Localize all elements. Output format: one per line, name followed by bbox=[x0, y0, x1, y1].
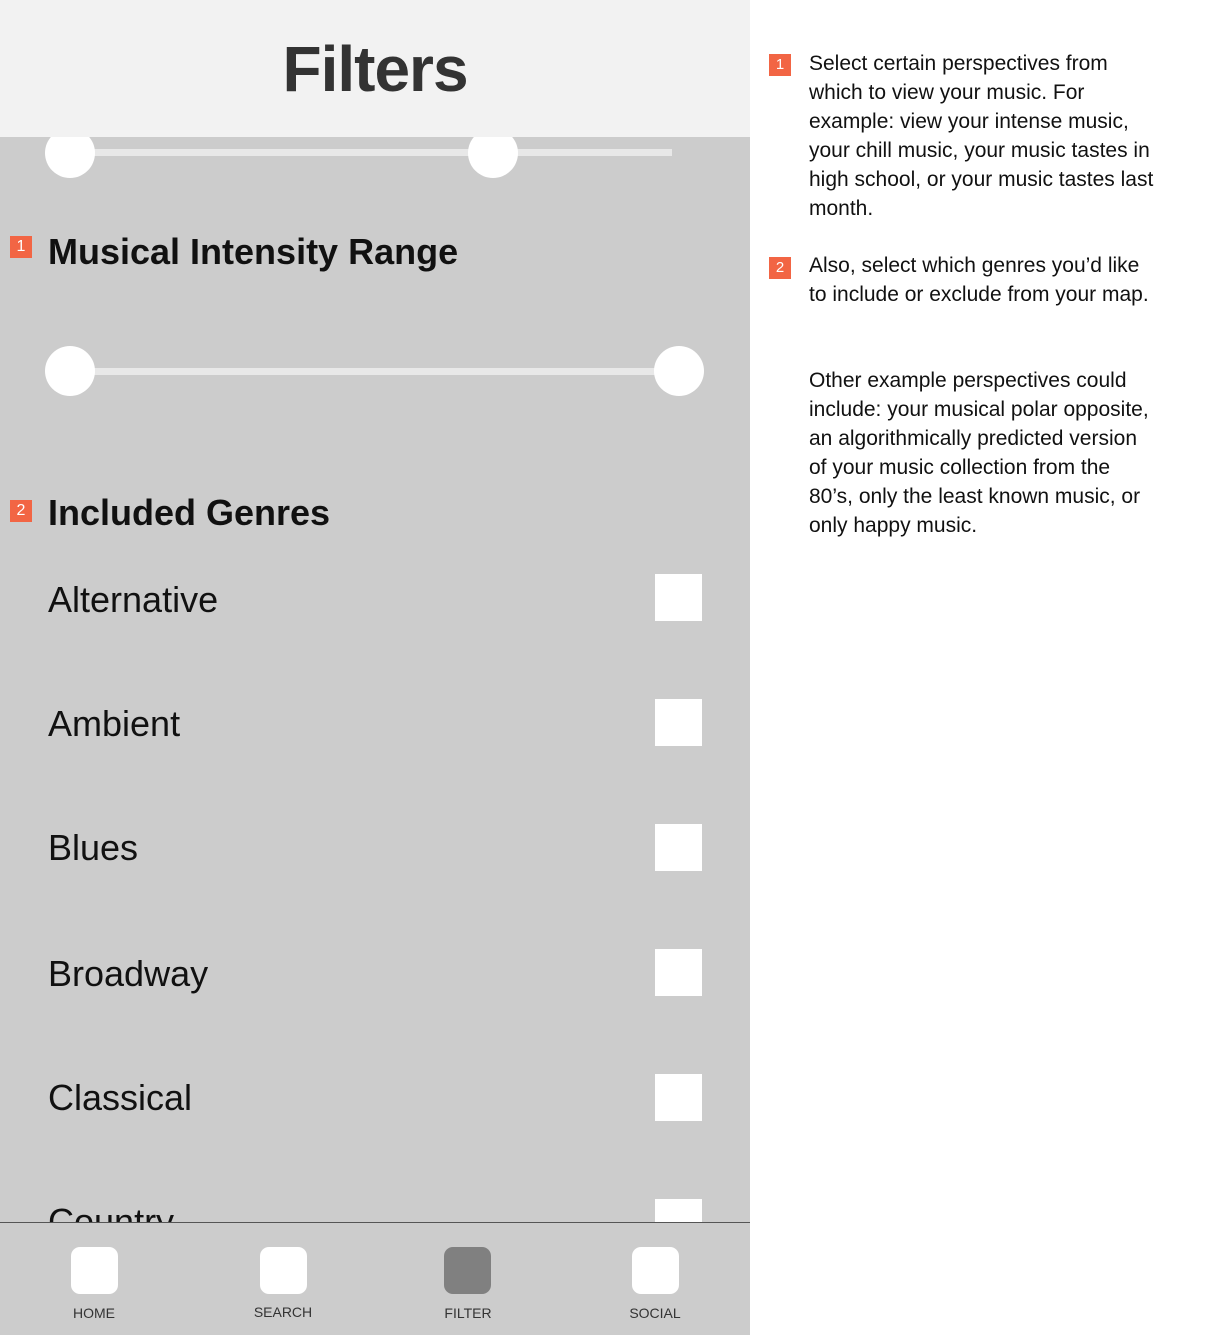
genre-label-blues: Blues bbox=[48, 827, 139, 868]
genre-label-ambient: Ambient bbox=[48, 703, 181, 744]
nav-label-social: SOCIAL bbox=[629, 1305, 681, 1321]
home-icon[interactable] bbox=[71, 1247, 118, 1294]
nav-label-search: SEARCH bbox=[253, 1304, 313, 1320]
genre-checkbox-country[interactable] bbox=[655, 1199, 702, 1222]
search-icon[interactable] bbox=[260, 1247, 307, 1294]
genre-label-broadway: Broadway bbox=[48, 953, 209, 994]
note-text-2: Also, select which genres you’d like to … bbox=[809, 254, 1149, 306]
included-genres-title: Included Genres bbox=[48, 492, 331, 533]
intensity-slider-max-handle[interactable] bbox=[654, 346, 704, 396]
genre-checkbox-broadway[interactable] bbox=[655, 949, 702, 996]
genre-checkbox-blues[interactable] bbox=[655, 824, 702, 871]
note-text-3: Other example perspectives could include… bbox=[809, 369, 1149, 537]
genre-label-country: Country bbox=[48, 1201, 175, 1222]
intensity-range-title: Musical Intensity Range bbox=[48, 231, 459, 272]
nav-label-home: HOME bbox=[73, 1305, 115, 1321]
filters-scroll-area[interactable]: 1 Musical Intensity Range 2 Included Gen… bbox=[0, 0, 750, 1222]
note-badge-1: 1 bbox=[769, 54, 791, 76]
note-text-1: Select certain perspectives from which t… bbox=[809, 52, 1154, 220]
genre-checkbox-alternative[interactable] bbox=[655, 574, 702, 621]
filters-screen: 1 Musical Intensity Range 2 Included Gen… bbox=[0, 0, 750, 1335]
note-badge-2: 2 bbox=[769, 257, 791, 279]
social-icon[interactable] bbox=[632, 1247, 679, 1294]
annotation-badge-2: 2 bbox=[10, 500, 32, 522]
intensity-slider-min-handle[interactable] bbox=[45, 346, 95, 396]
genre-checkbox-classical[interactable] bbox=[655, 1074, 702, 1121]
annotation-badge-1: 1 bbox=[10, 236, 32, 258]
intensity-slider-track[interactable] bbox=[70, 368, 680, 375]
genre-label-alternative: Alternative bbox=[48, 579, 219, 620]
nav-label-filter: FILTER bbox=[444, 1305, 492, 1321]
genre-checkbox-ambient[interactable] bbox=[655, 699, 702, 746]
bottom-nav: HOME SEARCH FILTER SOCIAL bbox=[0, 1222, 750, 1335]
annotation-notes: 1 Select certain perspectives from which… bbox=[750, 0, 1208, 1335]
perspective-slider-track[interactable] bbox=[70, 149, 672, 156]
filter-icon[interactable] bbox=[444, 1247, 491, 1294]
app-header: Filters bbox=[0, 0, 750, 137]
genre-label-classical: Classical bbox=[48, 1077, 193, 1118]
page-title: Filters bbox=[282, 33, 468, 105]
